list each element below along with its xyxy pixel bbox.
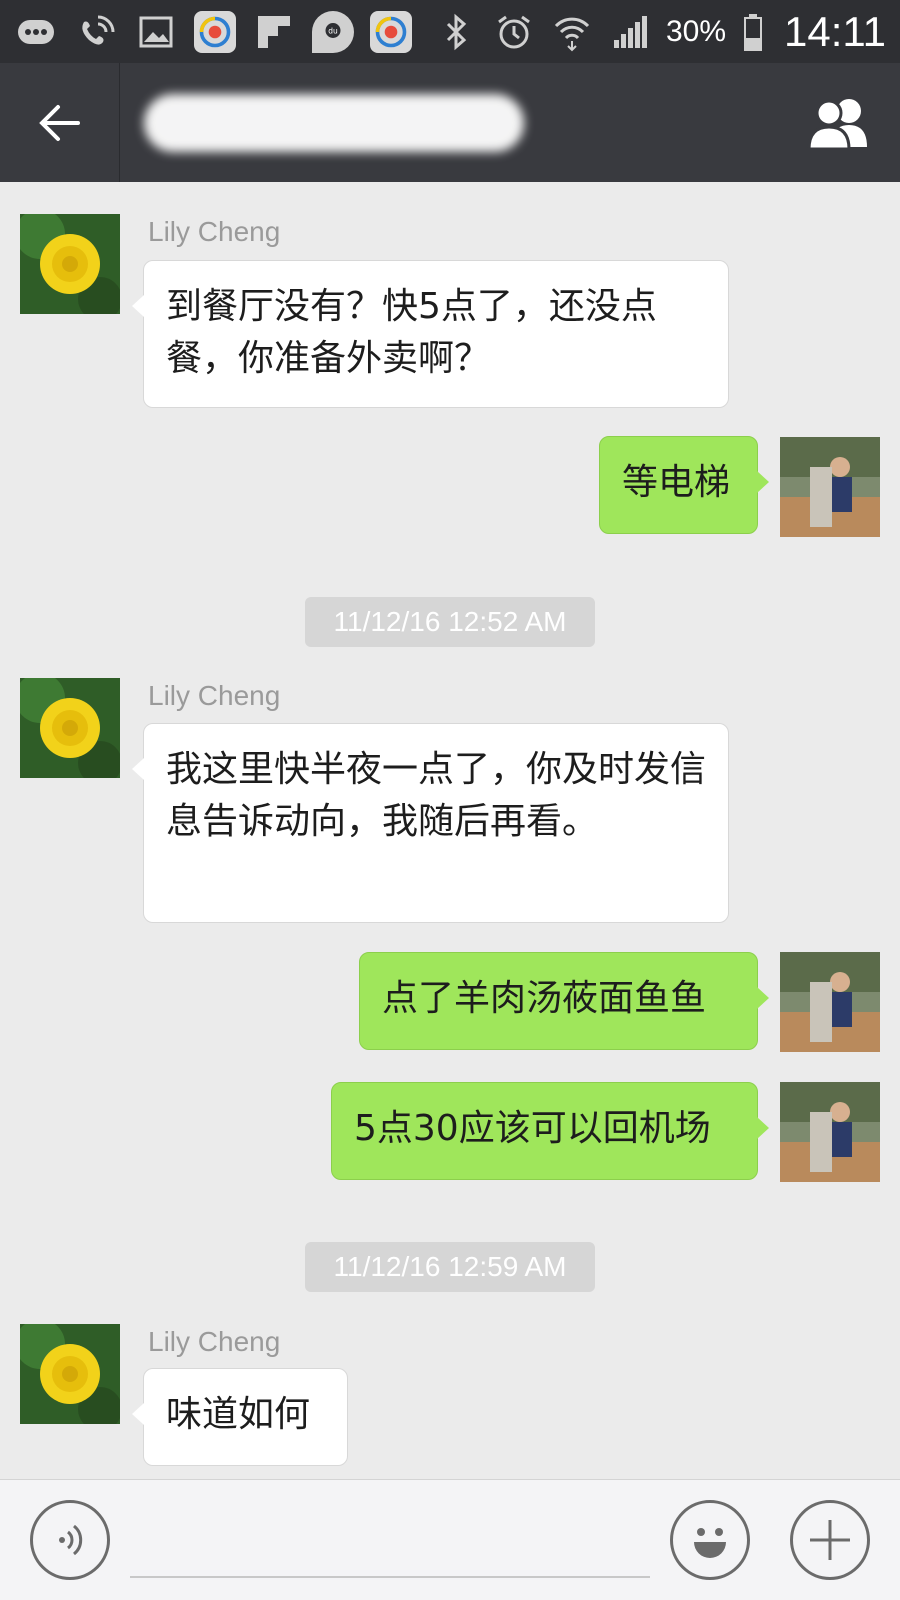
baidu-map-icon: du <box>312 10 354 53</box>
wifi-call-icon <box>74 10 118 54</box>
message-list[interactable]: Lily Cheng 到餐厅没有？快5点了，还没点餐，你准备外卖啊？ 等电梯 1… <box>0 182 900 1479</box>
clock: 14:11 <box>784 7 886 55</box>
input-bar <box>0 1479 900 1600</box>
wifi-icon <box>550 10 594 54</box>
my-avatar[interactable] <box>780 437 880 537</box>
app-icon <box>370 10 412 53</box>
alarm-icon <box>492 10 536 54</box>
arrow-left-icon <box>38 104 80 141</box>
plus-icon <box>810 1520 850 1560</box>
group-members-button[interactable] <box>780 63 900 182</box>
message-timestamp: 11/12/16 12:52 AM <box>305 597 595 647</box>
voice-button[interactable] <box>30 1500 110 1580</box>
my-avatar[interactable] <box>780 952 880 1052</box>
incoming-message[interactable]: 我这里快半夜一点了，你及时发信息告诉动向，我随后再看。 <box>132 723 729 923</box>
emoji-button[interactable] <box>670 1500 750 1580</box>
bluetooth-icon <box>434 10 478 54</box>
image-icon <box>134 10 178 54</box>
my-avatar[interactable] <box>780 1082 880 1182</box>
incoming-message[interactable]: 味道如何 <box>132 1368 348 1466</box>
chat-header <box>0 63 900 182</box>
back-button[interactable] <box>0 63 120 182</box>
svg-text:du: du <box>328 26 338 35</box>
message-timestamp: 11/12/16 12:59 AM <box>305 1242 595 1292</box>
sender-name: Lily Cheng <box>148 1326 281 1357</box>
sender-name: Lily Cheng <box>148 680 281 711</box>
voice-icon <box>59 1524 83 1556</box>
outgoing-message[interactable]: 等电梯 <box>599 436 769 534</box>
outgoing-message[interactable]: 点了羊肉汤莜面鱼鱼 <box>359 952 769 1050</box>
contact-avatar[interactable] <box>20 1324 120 1424</box>
emoji-icon <box>694 1528 726 1558</box>
outgoing-message[interactable]: 5点30应该可以回机场 <box>331 1082 769 1180</box>
contact-avatar[interactable] <box>20 678 120 778</box>
app-icon <box>194 10 236 53</box>
sender-name: Lily Cheng <box>148 216 281 247</box>
battery-percent: 30% <box>665 14 726 48</box>
contact-avatar[interactable] <box>20 214 120 314</box>
battery-icon <box>740 10 766 54</box>
signal-icon <box>608 10 652 54</box>
incoming-message[interactable]: 到餐厅没有？快5点了，还没点餐，你准备外卖啊？ <box>132 260 729 408</box>
message-input[interactable] <box>130 1508 650 1578</box>
status-bar: du 30% 14:11 <box>0 0 900 63</box>
group-members-icon <box>807 98 867 150</box>
flipboard-icon <box>252 10 296 54</box>
chat-bubble-icon <box>14 10 58 54</box>
more-options-button[interactable] <box>790 1500 870 1580</box>
chat-title-redacted <box>144 93 524 152</box>
